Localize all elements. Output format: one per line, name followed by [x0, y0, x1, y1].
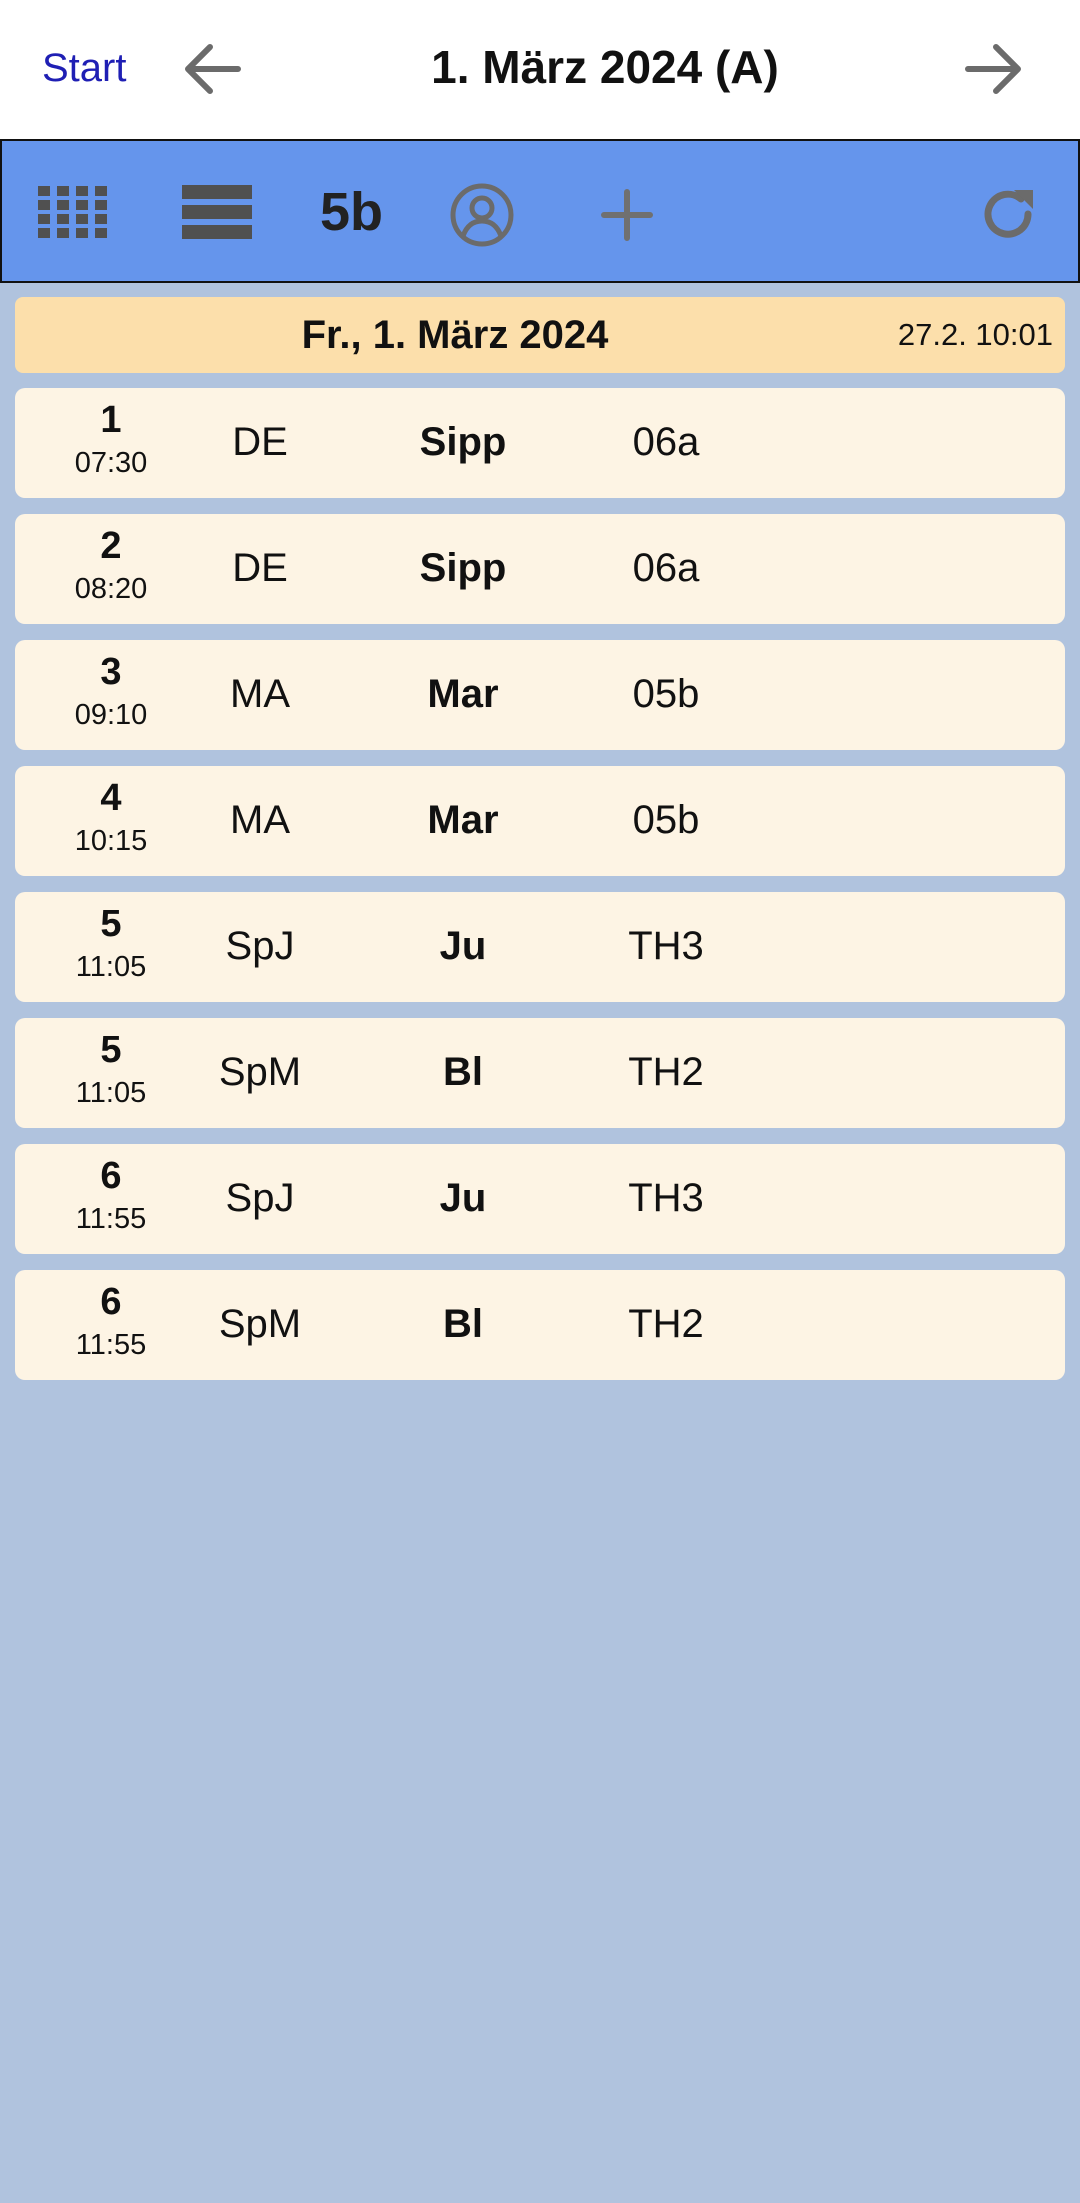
add-button[interactable]: [600, 188, 654, 242]
lesson-row[interactable]: 5 11:05 SpM Bl TH2: [15, 1018, 1065, 1128]
start-link[interactable]: Start: [42, 40, 126, 96]
lesson-room: TH3: [628, 924, 704, 968]
top-bar: Start 1. März 2024 (A): [0, 0, 1080, 139]
lesson-time: 09:10: [74, 699, 148, 731]
lesson-time: 11:05: [75, 951, 147, 983]
lesson-teacher: Bl: [443, 1050, 483, 1094]
lesson-room: TH2: [628, 1302, 704, 1346]
lesson-subject: DE: [232, 546, 288, 590]
lesson-room: TH2: [628, 1050, 704, 1094]
list-icon: [182, 185, 252, 239]
lesson-time: 11:55: [75, 1203, 147, 1235]
refresh-icon: [984, 190, 1033, 238]
lesson-teacher: Mar: [427, 798, 499, 842]
lesson-row[interactable]: 2 08:20 DE Sipp 06a: [15, 514, 1065, 624]
lesson-room: 06a: [632, 546, 700, 590]
lesson-room: TH3: [628, 1176, 704, 1220]
lesson-list: 1 07:30 DE Sipp 06a 2 08:20 DE Sipp 06a …: [15, 388, 1065, 1396]
lesson-time: 07:30: [74, 447, 148, 479]
lesson-period: 4: [100, 777, 122, 819]
lesson-row[interactable]: 5 11:05 SpJ Ju TH3: [15, 892, 1065, 1002]
next-day-button[interactable]: [958, 34, 1028, 104]
lesson-row[interactable]: 6 11:55 SpM Bl TH2: [15, 1270, 1065, 1380]
lesson-teacher: Ju: [439, 1176, 487, 1220]
arrow-left-icon: [185, 44, 241, 94]
grid-icon: [38, 186, 107, 238]
arrow-right-icon: [965, 44, 1021, 94]
prev-day-button[interactable]: [178, 34, 248, 104]
lesson-row[interactable]: 4 10:15 MA Mar 05b: [15, 766, 1065, 876]
lesson-subject: SpM: [218, 1050, 302, 1094]
lesson-teacher: Sipp: [419, 546, 507, 590]
lesson-subject: MA: [230, 798, 290, 842]
list-view-button[interactable]: [182, 185, 252, 239]
lesson-teacher: Mar: [427, 672, 499, 716]
lesson-teacher: Bl: [443, 1302, 483, 1346]
lesson-time: 11:05: [75, 1077, 147, 1109]
lesson-period: 3: [100, 651, 122, 693]
lesson-subject: SpM: [218, 1302, 302, 1346]
lesson-room: 05b: [632, 798, 700, 842]
lesson-period: 5: [100, 903, 122, 945]
lesson-subject: SpJ: [225, 924, 295, 968]
grid-view-button[interactable]: [38, 186, 108, 238]
toolbar: 5b: [0, 139, 1080, 283]
user-icon: [450, 183, 514, 247]
lesson-teacher: Sipp: [419, 420, 507, 464]
lesson-period: 1: [100, 399, 122, 441]
last-updated-timestamp: 27.2. 10:01: [897, 317, 1053, 352]
lesson-row[interactable]: 3 09:10 MA Mar 05b: [15, 640, 1065, 750]
day-header: Fr., 1. März 2024 27.2. 10:01: [15, 297, 1065, 373]
page-title: 1. März 2024 (A): [431, 41, 779, 93]
lesson-period: 6: [100, 1281, 122, 1323]
lesson-period: 2: [100, 525, 122, 567]
lesson-subject: DE: [232, 420, 288, 464]
lesson-teacher: Ju: [439, 924, 487, 968]
lesson-room: 06a: [632, 420, 700, 464]
lesson-period: 6: [100, 1155, 122, 1197]
refresh-button[interactable]: [978, 184, 1038, 244]
day-title: Fr., 1. März 2024: [301, 313, 609, 357]
class-label[interactable]: 5b: [320, 179, 383, 245]
lesson-subject: SpJ: [225, 1176, 295, 1220]
lesson-time: 08:20: [74, 573, 148, 605]
lesson-time: 10:15: [74, 825, 148, 857]
lesson-time: 11:55: [75, 1329, 147, 1361]
lesson-room: 05b: [632, 672, 700, 716]
lesson-row[interactable]: 6 11:55 SpJ Ju TH3: [15, 1144, 1065, 1254]
lesson-subject: MA: [230, 672, 290, 716]
plus-icon: [601, 189, 653, 241]
lesson-row[interactable]: 1 07:30 DE Sipp 06a: [15, 388, 1065, 498]
lesson-period: 5: [100, 1029, 122, 1071]
user-button[interactable]: [450, 183, 514, 247]
